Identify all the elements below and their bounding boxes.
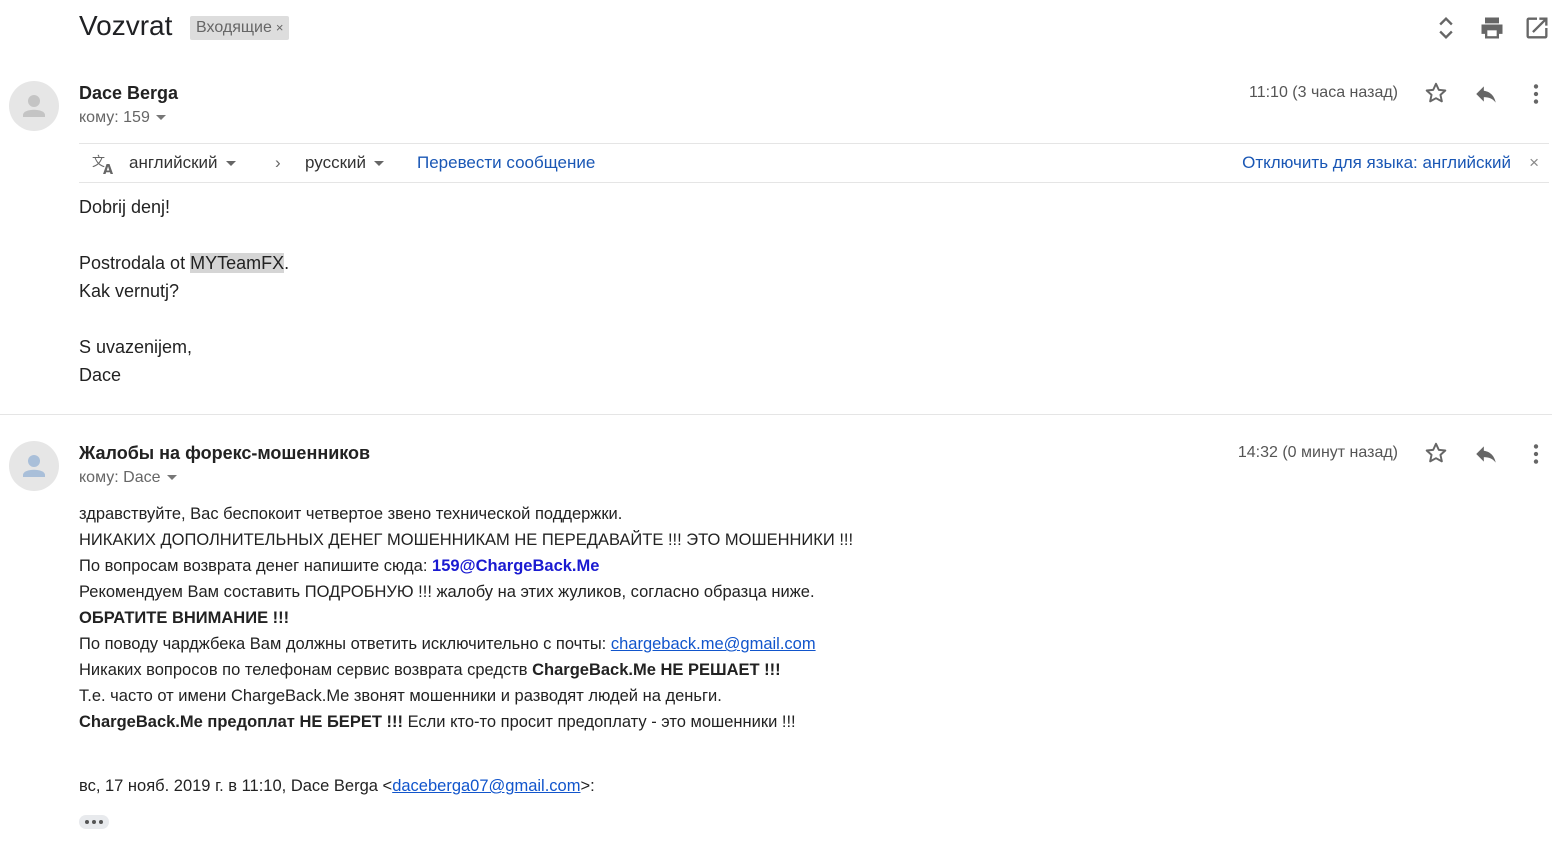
person-icon (23, 95, 45, 117)
ellipsis-dot (92, 820, 96, 824)
message-body-line: По вопросам возврата денег напишите сюда… (79, 553, 599, 579)
close-translate-bar-button[interactable]: × (1529, 153, 1539, 173)
message-body-line: Рекомендуем Вам составить ПОДРОБНУЮ !!! … (79, 583, 815, 601)
translate-message-link[interactable]: Перевести сообщение (417, 153, 595, 173)
language-arrow: › (275, 153, 281, 172)
chevron-down-icon (166, 475, 177, 481)
subject-title: Vozvrat (79, 10, 173, 41)
message-body-line: здравствуйте, Вас беспокоит четвертое зв… (79, 505, 623, 523)
disable-translation-link[interactable]: Отключить для языка: английский (1242, 153, 1511, 173)
translate-bar: 文 A английский › русский Перевести сообщ… (79, 143, 1549, 183)
target-language-select[interactable]: русский (305, 153, 385, 173)
support-email: 159@ChargeBack.Me (432, 557, 600, 575)
more-vert-icon[interactable] (1523, 81, 1549, 107)
source-language-select[interactable]: английский (129, 153, 236, 173)
quoted-sender-email-link[interactable]: daceberga07@gmail.com (392, 777, 580, 795)
recipient-details-toggle[interactable]: кому: 159 (79, 109, 166, 127)
message-body-line: Т.е. часто от имени ChargeBack.Me звонят… (79, 687, 722, 705)
svg-text:A: A (103, 163, 113, 176)
message-body-line: По поводу чарджбека Вам должны ответить … (79, 631, 816, 657)
recipient-prefix: кому: (79, 109, 119, 126)
recipient-name: Dace (123, 469, 161, 486)
highlighted-text: MYTeamFX (190, 253, 285, 273)
message-body-line: ChargeBack.Me предоплат НЕ БЕРЕТ !!! Есл… (79, 709, 796, 735)
inbox-label-text: Входящие (196, 19, 272, 36)
message-timestamp: 14:32 (0 минут назад) (1237, 444, 1398, 461)
chevron-down-icon (225, 161, 236, 167)
quote-header: вс, 17 нояб. 2019 г. в 11:10, Dace Berga… (79, 773, 595, 799)
message-timestamp: 11:10 (3 часа назад) (1249, 84, 1398, 101)
ellipsis-dot (85, 820, 89, 824)
message-body-line: Никаких вопросов по телефонам сервис воз… (79, 657, 781, 683)
inbox-label-chip[interactable]: Входящие × (190, 16, 290, 40)
expand-collapse-icon[interactable] (1432, 14, 1460, 42)
recipient-details-toggle[interactable]: кому: Dace (79, 469, 177, 487)
open-in-new-window-icon[interactable] (1523, 14, 1551, 42)
reply-icon[interactable] (1473, 81, 1499, 107)
message-body-line: S uvazenijem, (79, 337, 193, 357)
sender-name[interactable]: Dace Berga (79, 83, 178, 104)
body-text: вс, 17 нояб. 2019 г. в 11:10, Dace Berga… (79, 777, 393, 795)
ellipsis-dot (99, 820, 103, 824)
body-text: По поводу чарджбека Вам должны ответить … (79, 635, 611, 653)
star-icon[interactable] (1423, 440, 1449, 466)
message-body-line: Dobrij denj! (79, 197, 171, 217)
body-text: По вопросам возврата денег напишите сюда… (79, 557, 433, 575)
message-body-line: Dace (79, 365, 122, 385)
body-text: Если кто-то просит предоплату - это моше… (402, 713, 796, 731)
sender-avatar[interactable] (9, 441, 59, 491)
chargeback-email-link[interactable]: chargeback.me@gmail.com (611, 635, 816, 653)
body-bold-text: ChargeBack.Me НЕ РЕШАЕТ !!! (532, 661, 781, 679)
message-body-line: НИКАКИХ ДОПОЛНИТЕЛЬНЫХ ДЕНЕГ МОШЕННИКАМ … (79, 531, 854, 549)
person-icon (23, 455, 45, 477)
body-text: . (284, 253, 290, 273)
recipient-name: 159 (123, 109, 150, 126)
star-icon[interactable] (1423, 80, 1449, 106)
translate-icon: 文 A (92, 155, 113, 176)
message-body-line: ОБРАТИТЕ ВНИМАНИЕ !!! (79, 609, 290, 627)
message-body-line: Kak vernutj? (79, 281, 180, 301)
remove-label-button[interactable]: × (276, 20, 284, 35)
source-language-label: английский (129, 153, 218, 172)
body-text: >: (580, 777, 595, 795)
target-language-label: русский (305, 153, 367, 172)
reply-icon[interactable] (1473, 441, 1499, 467)
body-bold-text: ChargeBack.Me предоплат НЕ БЕРЕТ !!! (79, 713, 403, 731)
chevron-down-icon (374, 161, 385, 167)
recipient-prefix: кому: (79, 469, 119, 486)
show-trimmed-content-button[interactable] (79, 815, 109, 829)
chevron-down-icon (155, 115, 166, 121)
sender-name[interactable]: Жалобы на форекс-мошенников (79, 443, 370, 464)
sender-avatar[interactable] (9, 81, 59, 131)
body-text: Никаких вопросов по телефонам сервис воз… (79, 661, 533, 679)
message-divider (0, 414, 1552, 415)
more-vert-icon[interactable] (1523, 441, 1549, 467)
message-body-line: Postrodala ot MYTeamFX. (79, 253, 289, 274)
body-text: Postrodala ot (79, 253, 191, 273)
print-icon[interactable] (1478, 14, 1506, 42)
